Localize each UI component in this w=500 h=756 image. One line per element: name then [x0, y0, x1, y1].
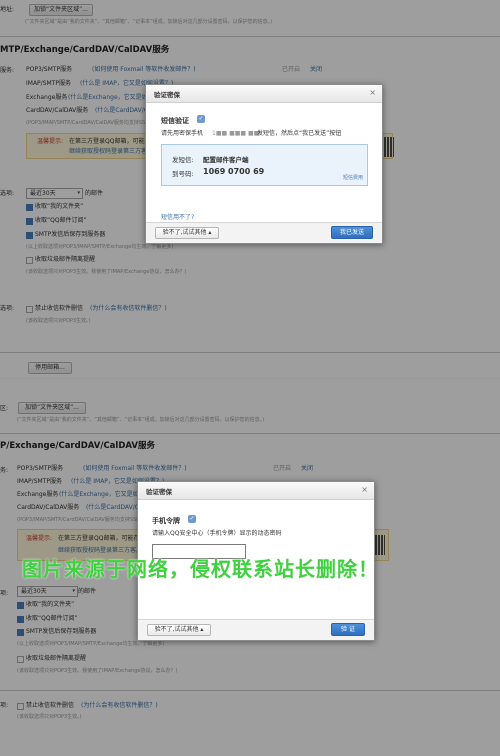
sms-info-box: 发短信: 配置邮件客户端 到号码: 1069 0700 69 短信费用 [161, 144, 368, 186]
sms-heading: 短信验证 [161, 117, 189, 125]
shield-icon: ✓ [188, 515, 196, 523]
send-label: 发短信: [172, 156, 194, 164]
send-content: 配置邮件客户端 [203, 156, 249, 164]
try-other-button[interactable]: 验不了,试试其他 ▴ [147, 624, 211, 636]
confirm-sent-button[interactable]: 我已发送 [331, 226, 373, 239]
masked-phone: 1■■ ■■■ ■■ [212, 130, 260, 137]
dialog-header: 验证密保 × [146, 85, 382, 103]
try-other-label: 验不了,试试其他 [162, 229, 207, 236]
caret-up-icon: ▴ [208, 229, 212, 236]
token-desc: 请输入QQ安全中心（手机令牌）显示的动态密码 [152, 530, 282, 537]
dialog-footer: 验不了,试试其他 ▴ 我已发送 [146, 222, 382, 243]
sms-desc: 请先用密保手机 [161, 130, 204, 137]
watermark-text: 图片来源于网络，侵权联系站长删除！ [22, 557, 379, 581]
dialog-header: 验证密保 × [138, 482, 374, 500]
shield-icon: ✓ [197, 115, 205, 123]
dialog-title: 验证密保 [146, 488, 172, 496]
sms-verify-dialog: 验证密保 × 短信验证 ✓ 请先用密保手机 1■■ ■■■ ■■ 发短信，然后点… [145, 84, 383, 244]
try-other-button[interactable]: 验不了,试试其他 ▴ [155, 227, 219, 239]
cant-send-link[interactable]: 短信用不了? [161, 214, 194, 222]
top-screenshot: 地址: 加锁“文件夹区域”... (“文件夹区域”是由“我的文件夹”、“其他邮箱… [0, 0, 500, 378]
sms-desc-tail: 发短信，然后点“我已发送”按钮 [257, 130, 342, 137]
to-number: 1069 0700 69 [203, 167, 265, 176]
close-icon[interactable]: × [361, 485, 368, 495]
screenshot-separator [0, 378, 500, 379]
dialog-footer: 验不了,试试其他 ▴ 验 证 [138, 619, 374, 640]
caret-up-icon: ▴ [200, 626, 204, 633]
to-label: 到号码: [172, 170, 194, 178]
try-other-label: 验不了,试试其他 [154, 626, 199, 633]
dialog-title: 验证密保 [154, 91, 180, 99]
close-icon[interactable]: × [369, 88, 376, 98]
verify-button[interactable]: 验 证 [331, 623, 365, 636]
sms-fee-link[interactable]: 短信费用 [343, 175, 363, 182]
token-heading: 手机令牌 [152, 517, 180, 525]
